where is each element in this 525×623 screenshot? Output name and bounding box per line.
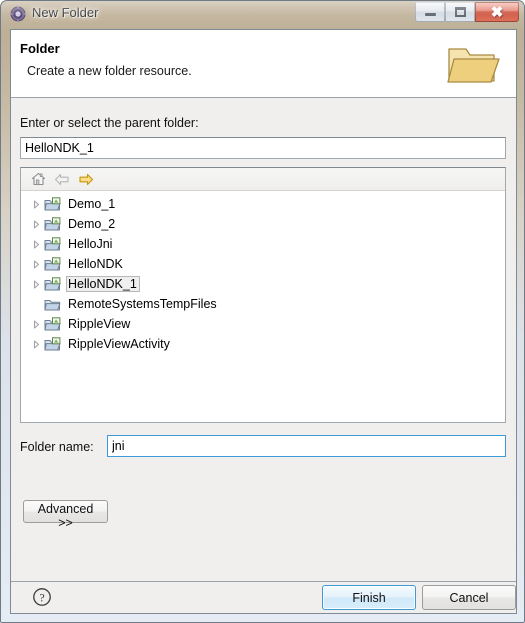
tree-item-selected[interactable]: HelloNDK_1 bbox=[21, 274, 505, 294]
minimize-icon bbox=[424, 13, 436, 16]
back-arrow-icon[interactable] bbox=[51, 170, 73, 188]
project-folder-icon bbox=[44, 236, 62, 252]
project-folder-icon bbox=[44, 336, 62, 352]
open-folder-icon bbox=[446, 41, 502, 87]
advanced-button[interactable]: Advanced >> bbox=[23, 500, 108, 530]
expand-arrow-icon[interactable] bbox=[29, 339, 44, 349]
expand-arrow-icon[interactable] bbox=[29, 199, 44, 209]
page-title: Folder bbox=[20, 41, 60, 56]
help-question-icon[interactable]: ? bbox=[32, 587, 52, 607]
svg-text:?: ? bbox=[39, 591, 44, 605]
tree-item-label: RippleViewActivity bbox=[68, 337, 170, 351]
tree-item-label: RemoteSystemsTempFiles bbox=[68, 297, 217, 311]
tree-item[interactable]: Demo_1 bbox=[21, 194, 505, 214]
tree-item-label: Demo_2 bbox=[68, 217, 116, 231]
wizard-header: Folder Create a new folder resource. bbox=[11, 30, 516, 98]
eclipse-wizard-icon bbox=[10, 6, 26, 22]
tree-item[interactable]: Demo_2 bbox=[21, 214, 505, 234]
folder-tree-list[interactable]: Demo_1 Demo_2 HelloJni HelloNDK HelloNDK… bbox=[21, 191, 505, 354]
project-folder-icon bbox=[44, 196, 62, 212]
project-folder-icon bbox=[44, 316, 62, 332]
tree-item-label: RippleView bbox=[68, 317, 131, 331]
project-folder-icon bbox=[44, 276, 62, 292]
page-description: Create a new folder resource. bbox=[27, 64, 192, 78]
minimize-button[interactable] bbox=[415, 2, 445, 22]
dialog-window: New Folder ✖ Folder Create a new folder … bbox=[0, 0, 525, 623]
folder-tree-panel[interactable]: Demo_1 Demo_2 HelloJni HelloNDK HelloNDK… bbox=[20, 167, 506, 423]
expand-arrow-icon[interactable] bbox=[29, 279, 44, 289]
wizard-body: Enter or select the parent folder: Hello… bbox=[11, 99, 516, 544]
tree-item[interactable]: RemoteSystemsTempFiles bbox=[21, 294, 505, 314]
dialog-client-area: Folder Create a new folder resource. Ent… bbox=[10, 29, 517, 614]
maximize-icon bbox=[454, 7, 466, 17]
cancel-button[interactable]: Cancel bbox=[422, 585, 516, 610]
tree-item[interactable]: RippleViewActivity bbox=[21, 334, 505, 354]
folder-name-input[interactable] bbox=[107, 435, 506, 457]
plain-folder-icon bbox=[44, 296, 62, 312]
parent-folder-label: Enter or select the parent folder: bbox=[20, 116, 199, 130]
window-title: New Folder bbox=[32, 5, 99, 20]
tree-item-label: HelloNDK_1 bbox=[66, 276, 140, 292]
tree-item[interactable]: HelloNDK bbox=[21, 254, 505, 274]
title-bar[interactable]: New Folder ✖ bbox=[1, 1, 524, 29]
finish-button[interactable]: Finish bbox=[322, 585, 416, 610]
expand-arrow-icon[interactable] bbox=[29, 219, 44, 229]
folder-name-label: Folder name: bbox=[20, 440, 94, 454]
dialog-button-bar: ? Finish Cancel bbox=[11, 582, 516, 613]
close-button[interactable]: ✖ bbox=[475, 2, 519, 22]
tree-item[interactable]: RippleView bbox=[21, 314, 505, 334]
project-folder-icon bbox=[44, 216, 62, 232]
home-icon[interactable] bbox=[27, 170, 49, 188]
tree-item-label: Demo_1 bbox=[68, 197, 116, 211]
forward-arrow-icon[interactable] bbox=[75, 170, 97, 188]
expand-arrow-icon[interactable] bbox=[29, 239, 44, 249]
tree-item[interactable]: HelloJni bbox=[21, 234, 505, 254]
expand-arrow-icon[interactable] bbox=[29, 259, 44, 269]
expand-arrow-icon[interactable] bbox=[29, 319, 44, 329]
maximize-button[interactable] bbox=[445, 2, 475, 22]
close-icon: ✖ bbox=[490, 3, 504, 21]
parent-folder-input[interactable] bbox=[20, 137, 506, 159]
project-folder-icon bbox=[44, 256, 62, 272]
tree-toolbar bbox=[21, 168, 505, 191]
tree-item-label: HelloJni bbox=[68, 237, 113, 251]
tree-item-label: HelloNDK bbox=[68, 257, 123, 271]
